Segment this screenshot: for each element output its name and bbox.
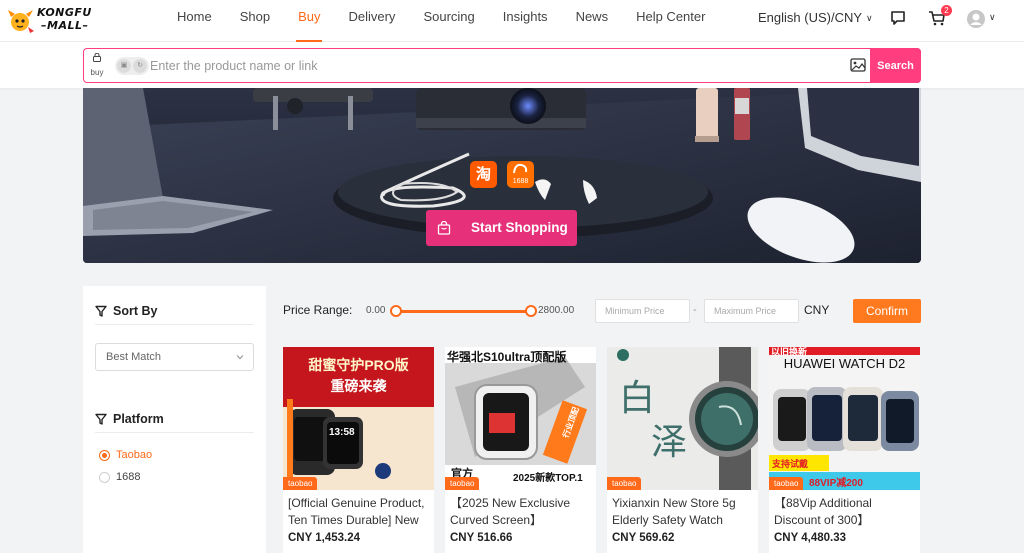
platform-pill-icon: ▣ bbox=[117, 59, 131, 73]
product-price: CNY 4,480.33 bbox=[774, 532, 847, 544]
divider bbox=[95, 324, 254, 325]
brand-name: KONGFU –MALL– bbox=[37, 6, 92, 32]
mascot-logo-icon bbox=[8, 10, 34, 33]
product-card[interactable]: 甜蜜守护PRO版 重磅来袭 13:58 taobao [Official Gen… bbox=[283, 347, 434, 553]
product-price: CNY 516.66 bbox=[450, 532, 513, 544]
product-price: CNY 1,453.24 bbox=[288, 532, 361, 544]
price-slider-track[interactable] bbox=[395, 310, 531, 313]
nav-delivery[interactable]: Delivery bbox=[348, 0, 395, 42]
user-menu[interactable]: ∨ bbox=[966, 9, 998, 29]
product-card[interactable]: 华强北S10ultra顶配版 行业顶配 官方 2025新款TOP.1 taoba… bbox=[445, 347, 596, 553]
product-title: Yixianxin New Store 5g Elderly Safety Wa… bbox=[612, 496, 736, 527]
taobao-badge[interactable]: 淘 bbox=[470, 161, 497, 188]
platform-tag: taobao bbox=[769, 477, 804, 490]
brand-logo[interactable]: KONGFU –MALL– bbox=[6, 3, 94, 39]
search-mode-toggle[interactable]: buy bbox=[84, 49, 110, 82]
sort-select-value: Best Match bbox=[106, 351, 162, 363]
product-image: 以旧换新 HUAWEI WATCH D2 支持试戴 88VIP减200 bbox=[769, 347, 920, 490]
maximum-price-input[interactable] bbox=[704, 299, 799, 323]
chat-icon[interactable] bbox=[889, 9, 909, 29]
cart-icon[interactable]: 2 bbox=[928, 5, 952, 29]
price-slider-min-value: 0.00 bbox=[366, 305, 386, 316]
price-range-label: Price Range: bbox=[283, 303, 353, 317]
chevron-down-icon: ∨ bbox=[989, 12, 996, 22]
minimum-price-input[interactable] bbox=[595, 299, 690, 323]
product-title: [Official Genuine Product, Ten Times Dur… bbox=[288, 496, 425, 527]
nav-insights[interactable]: Insights bbox=[503, 0, 548, 42]
nav-shop[interactable]: Shop bbox=[240, 0, 270, 42]
price-slider-max-handle[interactable] bbox=[525, 305, 537, 317]
cart-count-badge: 2 bbox=[941, 5, 952, 16]
start-shopping-button[interactable]: Start Shopping bbox=[426, 210, 577, 246]
product-image: 华强北S10ultra顶配版 行业顶配 官方 2025新款TOP.1 bbox=[445, 347, 596, 490]
filter-funnel-icon bbox=[95, 305, 107, 317]
nav-news[interactable]: News bbox=[576, 0, 609, 42]
language-currency-selector[interactable]: English (US)/CNY ∨ bbox=[758, 10, 873, 25]
nav-help-center[interactable]: Help Center bbox=[636, 0, 705, 42]
filter-funnel-icon bbox=[95, 413, 107, 425]
product-card[interactable]: 以旧换新 HUAWEI WATCH D2 支持试戴 88VIP减200 taob… bbox=[769, 347, 920, 553]
avatar-icon bbox=[967, 10, 985, 28]
product-title: 【2025 New Exclusive Curved Screen】 Smart… bbox=[450, 496, 571, 527]
nav-buy[interactable]: Buy bbox=[296, 0, 323, 42]
nav-sourcing[interactable]: Sourcing bbox=[423, 0, 474, 42]
chevron-down-icon bbox=[236, 355, 244, 360]
product-image: 白 泽 bbox=[607, 347, 758, 490]
currency-label: CNY bbox=[804, 303, 830, 317]
search-input[interactable] bbox=[150, 50, 840, 81]
1688-logo-icon bbox=[513, 163, 528, 174]
start-shopping-label: Start Shopping bbox=[471, 220, 568, 235]
1688-badge[interactable]: 1688 bbox=[507, 161, 534, 188]
divider bbox=[95, 432, 254, 433]
product-card[interactable]: 白 泽 taobao Yixianxin New Store 5g Elderl… bbox=[607, 347, 758, 553]
lock-icon bbox=[93, 53, 101, 62]
hero-banner: 淘 1688 Start Shopping bbox=[83, 88, 921, 263]
language-label: English (US)/CNY bbox=[758, 10, 863, 25]
search-button[interactable]: Search bbox=[870, 48, 921, 83]
platform-pill-icon: ↻ bbox=[133, 59, 147, 73]
product-image: 甜蜜守护PRO版 重磅来袭 13:58 bbox=[283, 347, 434, 490]
search-bar-row: buy ▣ ↻ Search bbox=[0, 42, 1024, 88]
platform-pills[interactable]: ▣ ↻ bbox=[115, 57, 149, 75]
image-search-icon[interactable] bbox=[850, 58, 866, 72]
product-price: CNY 569.62 bbox=[612, 532, 675, 544]
price-slider-max-value: 2800.00 bbox=[538, 305, 575, 316]
sort-select[interactable]: Best Match bbox=[95, 343, 254, 371]
radio-unselected-icon bbox=[99, 472, 110, 483]
main-nav: Home Shop Buy Delivery Sourcing Insights… bbox=[177, 0, 733, 42]
top-navigation-bar: KONGFU –MALL– Home Shop Buy Delivery Sou… bbox=[0, 0, 1024, 42]
price-range-separator: - bbox=[693, 304, 697, 316]
platform-tag: taobao bbox=[445, 477, 480, 490]
price-slider-min-handle[interactable] bbox=[390, 305, 402, 317]
confirm-price-button[interactable]: Confirm bbox=[853, 299, 921, 323]
platform-tag: taobao bbox=[607, 477, 642, 490]
nav-home[interactable]: Home bbox=[177, 0, 212, 42]
platform-tag: taobao bbox=[283, 477, 318, 490]
radio-selected-icon bbox=[99, 450, 110, 461]
search-mode-label: buy bbox=[90, 68, 104, 77]
chevron-down-icon: ∨ bbox=[866, 13, 873, 23]
filter-sidebar: Sort By Best Match Platform Taobao 1688 bbox=[83, 286, 266, 553]
shopping-bag-icon bbox=[437, 221, 451, 235]
product-title: 【88Vip Additional Discount of 300】 HUAWE… bbox=[774, 496, 872, 527]
search-box: buy ▣ ↻ Search bbox=[83, 48, 921, 83]
